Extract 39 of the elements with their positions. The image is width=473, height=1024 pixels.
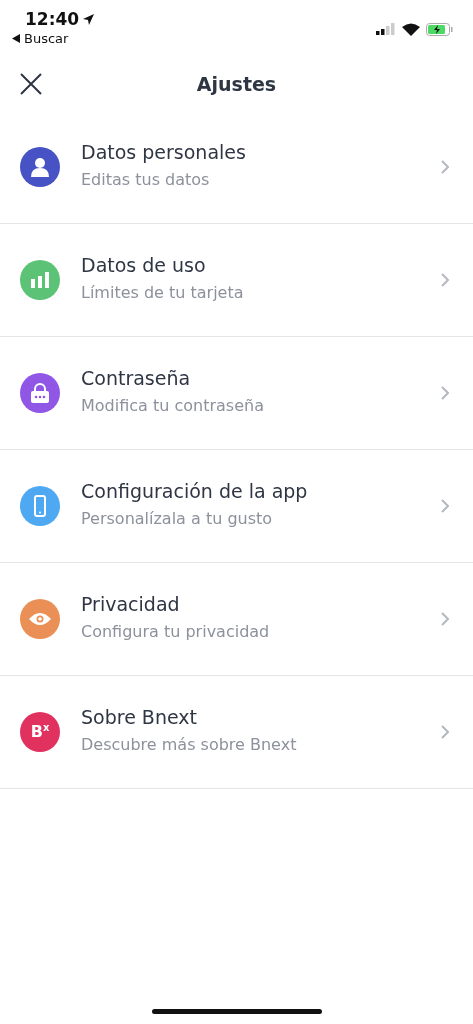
page-title: Ajustes	[196, 73, 277, 95]
back-link[interactable]: Buscar	[12, 31, 95, 46]
item-title: Configuración de la app	[81, 480, 309, 502]
item-title: Sobre Bnext	[81, 706, 198, 728]
settings-item[interactable]: Datos de uso Límites de tu tarjeta	[0, 224, 473, 337]
chevron-icon	[441, 612, 449, 626]
person-icon	[31, 157, 49, 177]
chevron-icon	[441, 273, 449, 287]
bar-chart-icon	[31, 272, 49, 288]
item-subtitle: Editas tus datos	[81, 170, 211, 189]
settings-item[interactable]: B$^{x}$ Sobre Bnext Descubre más sobre Bnext	[0, 676, 473, 789]
item-title: Privacidad	[81, 593, 181, 615]
clock-time: 12:40	[25, 9, 80, 29]
settings-item[interactable]: Datos personales Editas tus datos	[0, 111, 473, 224]
signal-icon	[376, 23, 396, 35]
phone-icon	[34, 495, 46, 517]
location-arrow-icon	[83, 13, 95, 25]
chevron-icon	[441, 386, 449, 400]
back-arrow-icon	[12, 34, 20, 43]
item-subtitle: Personalízala a tu gusto	[81, 509, 274, 528]
wifi-icon	[402, 22, 420, 36]
item-subtitle: Límites de tu tarjeta	[81, 283, 245, 302]
chevron-icon	[441, 160, 449, 174]
item-subtitle: Descubre más sobre Bnext	[81, 735, 298, 754]
settings-item[interactable]: Configuración de la app Personalízala a tu gusto	[0, 450, 473, 563]
lock-icon	[31, 383, 49, 403]
chevron-icon	[441, 725, 449, 739]
item-title: Contraseña	[81, 367, 192, 389]
eye-icon	[29, 612, 51, 626]
item-title: Datos personales	[81, 141, 247, 163]
logo-text: B$^{x}$	[30, 723, 50, 741]
close-icon[interactable]	[20, 73, 42, 95]
item-title: Datos de uso	[81, 254, 207, 276]
chevron-icon	[441, 499, 449, 513]
settings-item[interactable]: Privacidad Configura tu privacidad	[0, 563, 473, 676]
item-subtitle: Modifica tu contraseña	[81, 396, 265, 415]
settings-item[interactable]: Contraseña Modifica tu contraseña	[0, 337, 473, 450]
battery-icon	[426, 22, 453, 36]
item-subtitle: Configura tu privacidad	[81, 622, 271, 641]
